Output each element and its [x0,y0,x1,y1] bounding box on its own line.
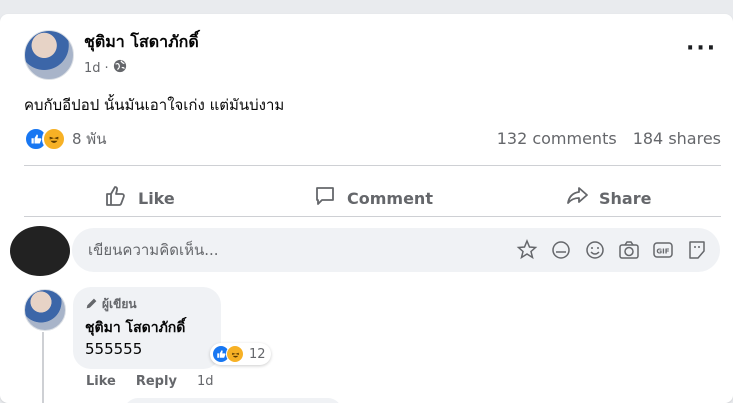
engagement-counts: 132 comments 184 shares [497,129,721,148]
avatar-sticker-icon[interactable] [516,239,538,261]
comment-reply-link[interactable]: Reply [136,374,177,389]
pencil-icon [85,295,98,314]
like-button-label: Like [138,188,175,208]
viewer-avatar[interactable] [10,226,70,276]
reactions-count: 8 พัน [72,130,107,148]
comment-composer[interactable]: เขียนความคิดเห็น... GIF [72,228,720,272]
globe-icon [113,59,127,77]
divider-bottom [24,216,721,217]
author-badge-label: ผู้เขียน [102,297,137,311]
comment-bubble-icon [313,184,337,212]
comment-sticker-icon[interactable] [550,239,572,261]
commenter-avatar[interactable] [24,289,66,331]
post-meta: 1d · [84,59,127,77]
thumbs-up-icon [104,184,128,212]
author-name[interactable]: ชุติมา โสดาภักดิ์ [84,30,199,55]
comment-actions: Like Reply 1d [86,374,213,389]
comment-like-link[interactable]: Like [86,374,116,389]
comment-reactions[interactable]: 12 [210,343,271,365]
share-button[interactable]: Share [565,178,651,218]
author-avatar[interactable] [24,30,74,80]
comment-bubble: ผู้เขียน ชุติมา โสดาภักดิ์ 555555 [73,287,221,369]
post-card: ชุติมา โสดาภักดิ์ 1d · ··· คบกับอีปอป นั… [0,14,733,403]
svg-text:GIF: GIF [656,248,669,256]
haha-reaction-icon [226,345,244,363]
share-button-label: Share [599,188,652,208]
sticker-icon[interactable] [686,239,708,261]
comments-count[interactable]: 132 comments [497,129,617,148]
comment-time[interactable]: 1d [197,374,214,389]
like-button[interactable]: Like [104,178,175,218]
post-time[interactable]: 1d [84,61,101,76]
share-arrow-icon [565,184,589,212]
divider-top [24,165,721,166]
camera-icon[interactable] [618,239,640,261]
composer-tools: GIF [516,239,708,261]
more-options-icon[interactable]: ··· [686,36,717,61]
comment-author[interactable]: ชุติมา โสดาภักดิ์ [85,317,185,339]
reaction-summary[interactable]: 8 พัน [24,127,106,151]
comment-text: 555555 [85,340,143,358]
meta-separator: · [104,60,109,76]
post-text: คบกับอีปอป นั้นมันเอาใจเก่ง แต่มันบ่งาม [24,96,285,114]
reply-bubble-partial [124,398,342,403]
thread-line [42,332,44,403]
haha-reaction-icon [42,127,66,151]
comment-button[interactable]: Comment [313,178,433,218]
comment-input[interactable]: เขียนความคิดเห็น... [88,238,516,262]
emoji-icon[interactable] [584,239,606,261]
comment-reactions-count: 12 [249,346,266,362]
comment-button-label: Comment [347,188,433,208]
gif-icon[interactable]: GIF [652,239,674,261]
author-badge: ผู้เขียน [85,295,137,314]
shares-count[interactable]: 184 shares [633,129,721,148]
